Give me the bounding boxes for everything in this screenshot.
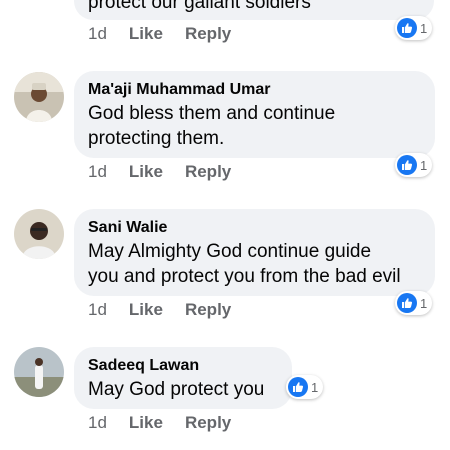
like-button[interactable]: Like [129, 299, 163, 321]
comment-actions: 1d Like Reply [88, 23, 253, 45]
like-button[interactable]: Like [129, 23, 163, 45]
comment-author[interactable]: Sadeeq Lawan [88, 355, 278, 377]
comment-text: protect our gallant soldiers [88, 0, 311, 13]
reaction-count: 1 [420, 20, 428, 36]
comment-time[interactable]: 1d [88, 299, 107, 321]
comment-time[interactable]: 1d [88, 412, 107, 434]
comment-text-line: protecting them. [88, 128, 225, 149]
avatar[interactable] [14, 347, 64, 397]
like-button[interactable]: Like [129, 412, 163, 434]
comment-author[interactable]: Ma'aji Muhammad Umar [88, 79, 421, 101]
reply-button[interactable]: Reply [185, 161, 231, 183]
like-icon [288, 377, 308, 397]
reaction-badge[interactable]: 1 [395, 153, 433, 177]
like-button[interactable]: Like [129, 161, 163, 183]
comment-actions: 1d Like Reply [88, 299, 253, 321]
comment-bubble: Sadeeq Lawan May God protect you [74, 347, 292, 409]
comment-actions: 1d Like Reply [88, 161, 253, 183]
avatar-image [14, 209, 64, 259]
comment-text-line: May Almighty God continue guide [88, 241, 372, 262]
reaction-count: 1 [420, 157, 428, 173]
comment-text-line: you and protect you from the bad evil [88, 266, 401, 287]
comment-time[interactable]: 1d [88, 161, 107, 183]
reaction-badge[interactable]: 1 [395, 16, 433, 40]
reply-button[interactable]: Reply [185, 299, 231, 321]
comment-text-line: May God protect you [88, 379, 265, 400]
avatar[interactable] [14, 209, 64, 259]
like-icon [397, 18, 417, 38]
like-icon [397, 293, 417, 313]
reply-button[interactable]: Reply [185, 23, 231, 45]
comment-time[interactable]: 1d [88, 23, 107, 45]
comment-author[interactable]: Sani Walie [88, 217, 421, 239]
comment-bubble: protect our gallant soldiers [74, 0, 434, 20]
comment-text-line: God bless them and continue [88, 103, 336, 124]
avatar-image [14, 72, 64, 122]
like-icon [397, 155, 417, 175]
avatar-image [14, 347, 64, 397]
avatar[interactable] [14, 72, 64, 122]
reaction-badge[interactable]: 1 [395, 291, 433, 315]
comment-bubble: Sani Walie May Almighty God continue gui… [74, 209, 435, 296]
comment-bubble: Ma'aji Muhammad Umar God bless them and … [74, 71, 435, 158]
reply-button[interactable]: Reply [185, 412, 231, 434]
reaction-count: 1 [420, 295, 428, 311]
comment-actions: 1d Like Reply [88, 412, 253, 434]
reaction-badge[interactable]: 1 [286, 375, 324, 399]
reaction-count: 1 [311, 379, 319, 395]
